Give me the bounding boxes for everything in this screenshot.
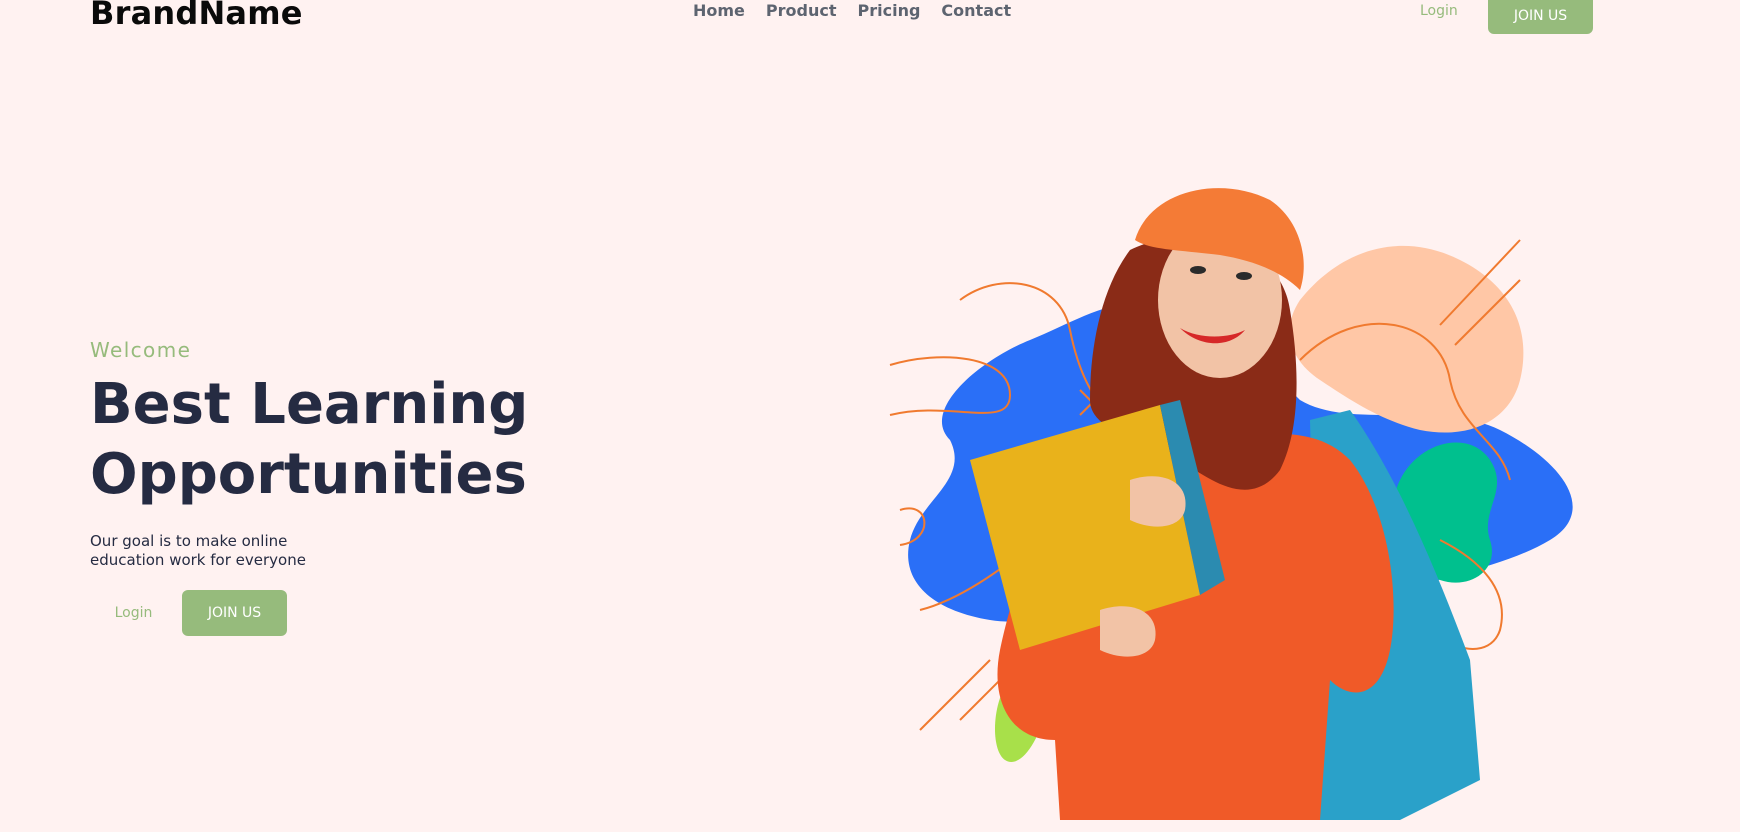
hero-description-line-2: education work for everyone bbox=[90, 551, 306, 569]
student-with-books-illustration bbox=[889, 188, 1573, 820]
hero-description: Our goal is to make online education wor… bbox=[90, 532, 350, 570]
nav-link-pricing[interactable]: Pricing bbox=[858, 1, 921, 20]
hero-section: Welcome Best Learning Opportunities Our … bbox=[90, 338, 650, 636]
hero-cta-group: Login JOIN US bbox=[90, 590, 650, 636]
hero-login-button[interactable]: Login bbox=[90, 590, 177, 636]
hero-description-line-1: Our goal is to make online bbox=[90, 532, 288, 550]
hero-title-line-2: Opportunities bbox=[90, 442, 527, 507]
nav-login-link[interactable]: Login bbox=[1420, 3, 1458, 19]
nav-link-contact[interactable]: Contact bbox=[941, 1, 1011, 20]
hero-title: Best Learning Opportunities bbox=[90, 370, 650, 510]
nav-link-home[interactable]: Home bbox=[693, 1, 745, 20]
hero-join-button[interactable]: JOIN US bbox=[182, 590, 287, 636]
nav-link-product[interactable]: Product bbox=[766, 1, 837, 20]
nav-join-button[interactable]: JOIN US bbox=[1488, 0, 1593, 34]
brand-logo[interactable]: BrandName bbox=[90, 0, 303, 32]
welcome-label: Welcome bbox=[90, 338, 192, 362]
top-navbar: BrandName Home Product Pricing Contact L… bbox=[0, 0, 1740, 44]
hero-title-line-1: Best Learning bbox=[90, 372, 529, 437]
main-menu: Home Product Pricing Contact bbox=[693, 1, 1011, 20]
